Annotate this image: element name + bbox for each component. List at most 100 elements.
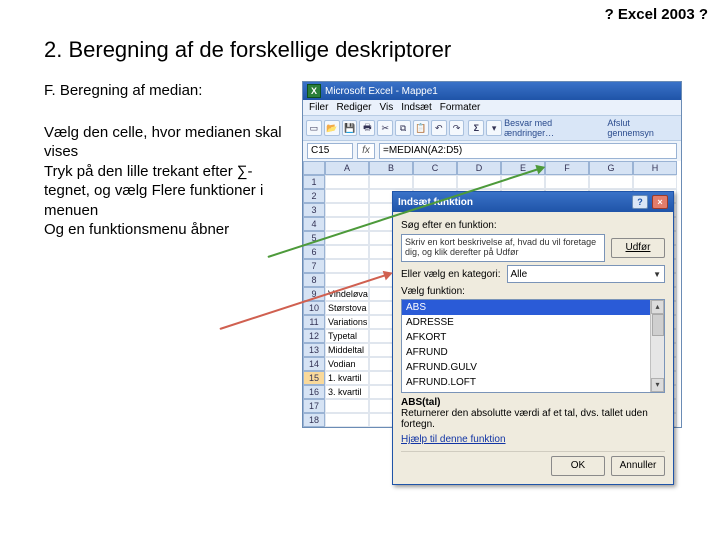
save-icon[interactable]: 💾 — [342, 120, 358, 136]
toolbar-reply[interactable]: Besvar med ændringer… — [504, 118, 603, 138]
scrollbar[interactable]: ▴ ▾ — [650, 300, 664, 392]
list-item[interactable]: ANTAL.BLANKE — [402, 390, 664, 393]
search-input[interactable]: Skriv en kort beskrivelse af, hvad du vi… — [401, 234, 605, 262]
cell[interactable]: 3. kvartil — [325, 385, 369, 399]
row-header[interactable]: 13 — [303, 343, 325, 357]
cell[interactable] — [325, 259, 369, 273]
cell[interactable] — [325, 189, 369, 203]
help-link[interactable]: Hjælp til denne funktion — [401, 434, 665, 445]
instruction-line: Og en funktionsmenu åbner — [44, 220, 294, 240]
cut-icon[interactable]: ✂ — [377, 120, 393, 136]
menu-edit[interactable]: Rediger — [334, 102, 373, 113]
col-header[interactable]: F — [545, 161, 589, 175]
instruction-text: F. Beregning af median: Vælg den celle, … — [44, 81, 294, 421]
autosum-icon[interactable]: Σ — [468, 120, 484, 136]
name-box[interactable]: C15 — [307, 143, 353, 159]
cell[interactable] — [589, 175, 633, 189]
function-description: ABS(tal) Returnerer den absolutte værdi … — [401, 397, 665, 430]
new-icon[interactable]: ▭ — [306, 120, 322, 136]
cell[interactable] — [325, 203, 369, 217]
menu-insert[interactable]: Indsæt — [399, 102, 434, 113]
breadcrumb: ? Excel 2003 ? — [0, 0, 720, 23]
search-label: Søg efter en funktion: — [401, 220, 665, 231]
menu-format[interactable]: Formater — [438, 102, 483, 113]
cell[interactable] — [413, 175, 457, 189]
row-header[interactable]: 3 — [303, 203, 325, 217]
excel-menubar[interactable]: Filer Rediger Vis Indsæt Formater — [303, 100, 681, 115]
row-header[interactable]: 16 — [303, 385, 325, 399]
close-icon[interactable]: × — [652, 195, 668, 209]
copy-icon[interactable]: ⧉ — [395, 120, 411, 136]
col-header[interactable]: B — [369, 161, 413, 175]
list-item[interactable]: ABS — [402, 300, 664, 315]
cell[interactable]: Størstova — [325, 301, 369, 315]
insert-function-dialog: Indsæt funktion ? × Søg efter en funktio… — [392, 191, 674, 485]
list-item[interactable]: AFKORT — [402, 330, 664, 345]
menu-view[interactable]: Vis — [377, 102, 395, 113]
row-header[interactable]: 17 — [303, 399, 325, 413]
print-icon[interactable]: 🖶 — [359, 120, 375, 136]
open-icon[interactable]: 📂 — [324, 120, 340, 136]
cell[interactable]: 1. kvartil — [325, 371, 369, 385]
cell[interactable]: Variations — [325, 315, 369, 329]
cancel-button[interactable]: Annuller — [611, 456, 665, 476]
col-header[interactable]: D — [457, 161, 501, 175]
row-header[interactable]: 18 — [303, 413, 325, 427]
cell[interactable]: Middeltal — [325, 343, 369, 357]
fx-button[interactable]: fx — [357, 143, 375, 159]
excel-app-icon: X — [307, 84, 321, 98]
row-header[interactable]: 11 — [303, 315, 325, 329]
redo-icon[interactable]: ↷ — [449, 120, 465, 136]
row-header[interactable]: 15 — [303, 371, 325, 385]
row-header[interactable]: 14 — [303, 357, 325, 371]
category-select[interactable]: Alle ▼ — [507, 265, 666, 283]
cell[interactable]: Vodian — [325, 357, 369, 371]
list-item[interactable]: AFRUND.LOFT — [402, 375, 664, 390]
scroll-up-icon[interactable]: ▴ — [651, 300, 664, 314]
ok-button[interactable]: OK — [551, 456, 605, 476]
undo-icon[interactable]: ↶ — [431, 120, 447, 136]
col-header[interactable]: C — [413, 161, 457, 175]
cell[interactable] — [325, 399, 369, 413]
scroll-down-icon[interactable]: ▾ — [651, 378, 664, 392]
excel-titlebar: X Microsoft Excel - Mappe1 — [303, 82, 681, 100]
corner-header[interactable] — [303, 161, 325, 175]
chevron-down-icon: ▼ — [653, 270, 661, 279]
toolbar-endreview[interactable]: Afslut gennemsyn — [607, 118, 678, 138]
function-listbox[interactable]: ABS ADRESSE AFKORT AFRUND AFRUND.GULV AF… — [401, 299, 665, 393]
list-item[interactable]: ADRESSE — [402, 315, 664, 330]
paste-icon[interactable]: 📋 — [413, 120, 429, 136]
row-header[interactable]: 1 — [303, 175, 325, 189]
row-header[interactable]: 8 — [303, 273, 325, 287]
instruction-line: Tryk på den lille trekant efter ∑-tegnet… — [44, 162, 294, 221]
scroll-thumb[interactable] — [652, 314, 664, 336]
help-link-text: Hjælp til denne funktion — [401, 434, 506, 445]
cell[interactable] — [325, 175, 369, 189]
autosum-dropdown-icon[interactable]: ▾ — [486, 120, 502, 136]
col-header[interactable]: H — [633, 161, 677, 175]
cell[interactable] — [325, 413, 369, 427]
function-signature: ABS(tal) — [401, 397, 440, 408]
standard-toolbar: ▭ 📂 💾 🖶 ✂ ⧉ 📋 ↶ ↷ Σ ▾ Besvar med ændring… — [303, 115, 681, 141]
instruction-line: Vælg den celle, hvor medianen skal vises — [44, 123, 294, 162]
function-label: Vælg funktion: — [401, 286, 665, 297]
cell[interactable] — [325, 245, 369, 259]
cell[interactable] — [369, 175, 413, 189]
cell[interactable] — [545, 175, 589, 189]
row-header[interactable]: 12 — [303, 329, 325, 343]
row-header[interactable]: 2 — [303, 189, 325, 203]
list-item[interactable]: AFRUND — [402, 345, 664, 360]
row-header[interactable]: 4 — [303, 217, 325, 231]
col-header[interactable]: A — [325, 161, 369, 175]
help-icon[interactable]: ? — [632, 195, 648, 209]
formula-input[interactable]: =MEDIAN(A2:D5) — [379, 143, 677, 159]
cell[interactable] — [633, 175, 677, 189]
cell[interactable]: Typetal — [325, 329, 369, 343]
menu-file[interactable]: Filer — [307, 102, 330, 113]
row-header[interactable]: 7 — [303, 259, 325, 273]
page-title: 2. Beregning af de forskellige deskripto… — [0, 23, 720, 81]
excel-title: Microsoft Excel - Mappe1 — [325, 86, 438, 97]
list-item[interactable]: AFRUND.GULV — [402, 360, 664, 375]
col-header[interactable]: G — [589, 161, 633, 175]
run-button[interactable]: Udfør — [611, 238, 665, 258]
